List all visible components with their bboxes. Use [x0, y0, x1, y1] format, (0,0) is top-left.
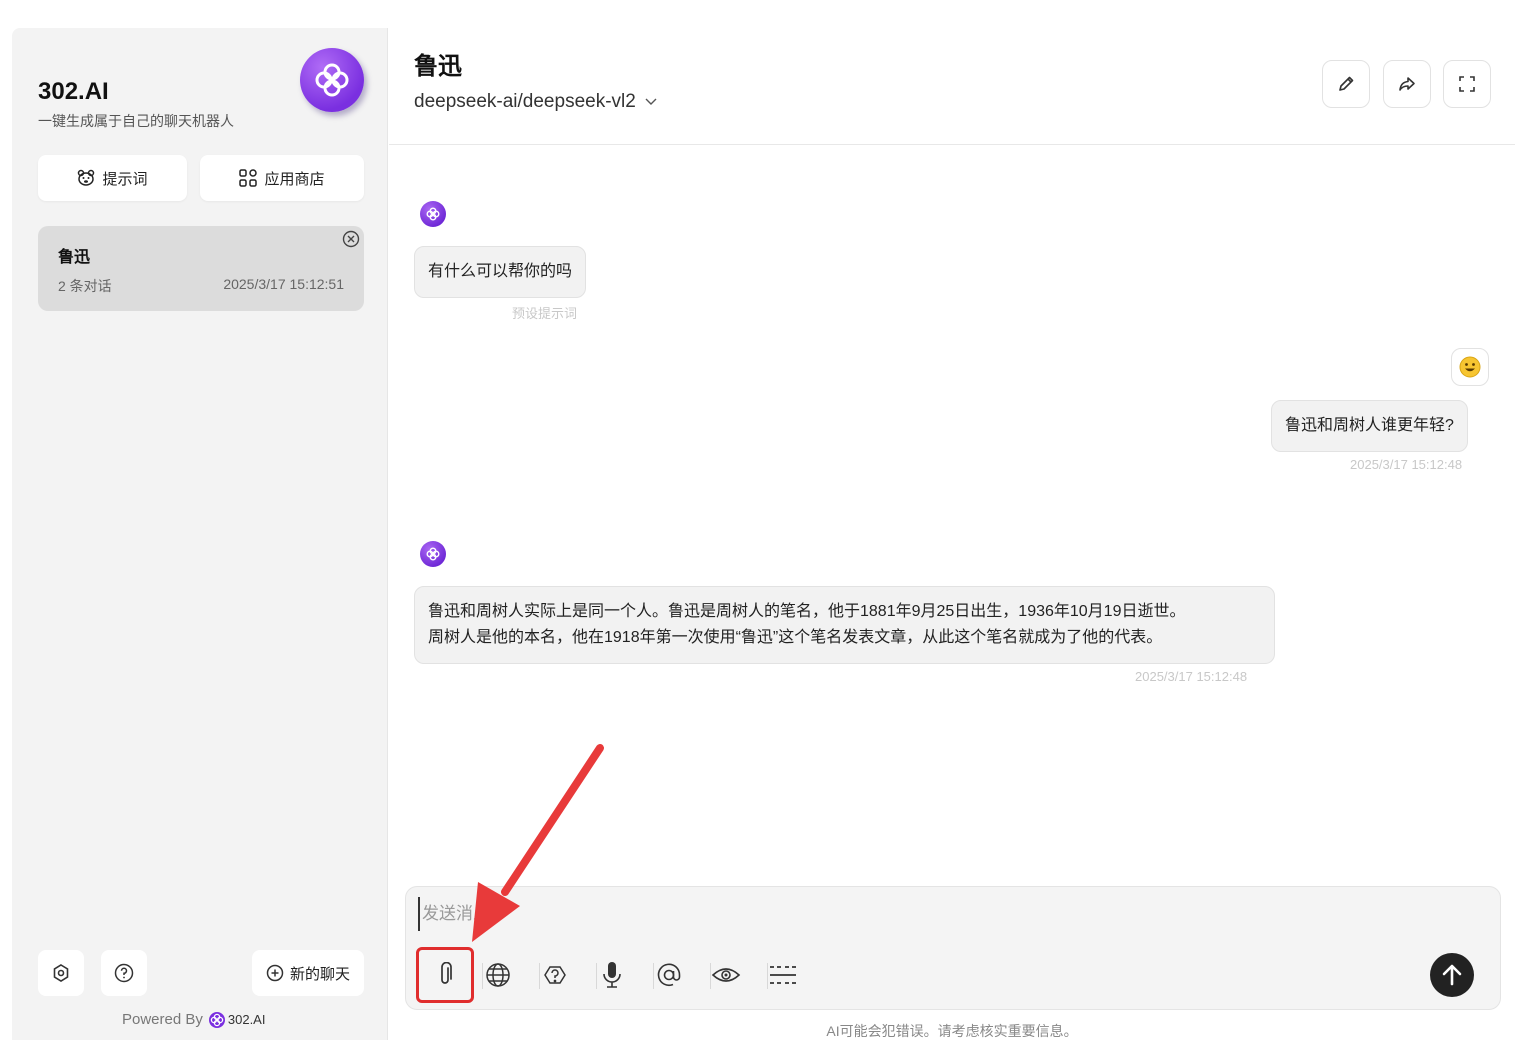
new-chat-label: 新的聊天 — [289, 965, 350, 983]
message-input[interactable] — [418, 897, 1418, 931]
send-button[interactable] — [1430, 953, 1474, 997]
dashed-lines-icon — [770, 966, 796, 984]
share-button[interactable] — [1383, 60, 1431, 108]
brand-mini-logo-icon — [208, 1011, 225, 1028]
plugin-button[interactable] — [535, 955, 575, 995]
fullscreen-icon — [1459, 76, 1475, 92]
fullscreen-button[interactable] — [1443, 60, 1491, 108]
sidebar: 302.AI 一键生成属于自己的聊天机器人 提示词 应用商店 鲁迅 2 条对话 … — [12, 28, 388, 1040]
clover-logo-icon — [315, 63, 349, 97]
pencil-icon — [1339, 76, 1354, 91]
message-line: 鲁迅和周树人实际上是同一个人。鲁迅是周树人的笔名，他于1881年9月25日出生，… — [428, 603, 1186, 620]
chevron-down-icon — [645, 98, 657, 105]
chat-title: 鲁迅 — [414, 53, 462, 80]
more-options-button[interactable] — [763, 955, 803, 995]
new-chat-button[interactable]: 新的聊天 — [252, 950, 364, 996]
attach-file-button[interactable] — [416, 947, 474, 1003]
user-avatar — [1451, 348, 1489, 386]
assistant-message: 鲁迅和周树人实际上是同一个人。鲁迅是周树人的笔名，他于1881年9月25日出生，… — [414, 586, 1275, 664]
powered-by: Powered By 302.AI — [122, 1011, 265, 1028]
plus-circle-icon — [266, 964, 284, 982]
chat-header: 鲁迅 deepseek-ai/deepseek-vl2 — [389, 28, 1515, 145]
brand-name: 302.AI — [38, 78, 109, 105]
assistant-avatar — [420, 541, 446, 567]
message-meta: 预设提示词 — [512, 306, 578, 321]
prompts-label: 提示词 — [102, 170, 148, 188]
message-time: 2025/3/17 15:12:48 — [1350, 457, 1463, 472]
at-sign-icon — [657, 963, 681, 987]
paperclip-icon — [441, 962, 452, 984]
edit-button[interactable] — [1322, 60, 1370, 108]
model-selector[interactable]: deepseek-ai/deepseek-vl2 — [414, 91, 658, 113]
message-text: 鲁迅和周树人谁更年轻? — [1285, 417, 1454, 434]
powered-brand-label: 302.AI — [227, 1012, 266, 1027]
assistant-logo-icon — [426, 207, 440, 221]
assistant-avatar — [420, 201, 446, 227]
preview-button[interactable] — [706, 955, 746, 995]
user-message: 鲁迅和周树人谁更年轻? — [1271, 400, 1468, 452]
disclaimer: AI可能会犯错误。请考虑核实重要信息。 — [826, 1023, 1078, 1039]
chat-main: 鲁迅 deepseek-ai/deepseek-vl2 有什么可以帮你的吗 预设… — [389, 28, 1515, 1040]
help-icon — [114, 963, 134, 983]
prompts-button[interactable]: 提示词 — [38, 155, 187, 201]
help-button[interactable] — [101, 950, 147, 996]
delete-chat-icon[interactable] — [342, 230, 360, 248]
settings-button[interactable] — [38, 950, 84, 996]
message-text: 有什么可以帮你的吗 — [428, 263, 573, 280]
powered-by-label: Powered By — [122, 1011, 203, 1028]
brain-icon — [544, 966, 566, 984]
chat-list-item[interactable]: 鲁迅 2 条对话 2025/3/17 15:12:51 — [38, 226, 364, 311]
brand-subtitle: 一键生成属于自己的聊天机器人 — [38, 113, 234, 129]
chat-item-title: 鲁迅 — [58, 249, 91, 266]
composer — [405, 886, 1501, 1010]
grid-icon — [239, 169, 258, 187]
powered-brand[interactable]: 302.AI — [208, 1011, 266, 1028]
web-search-button[interactable] — [478, 955, 518, 995]
eye-icon — [711, 968, 741, 982]
gear-icon — [53, 964, 69, 982]
arrow-up-icon — [1442, 964, 1462, 986]
bear-face-icon — [78, 169, 95, 186]
share-icon — [1399, 77, 1415, 91]
message-line: 周树人是他的本名，他在1918年第一次使用“鲁迅”这个笔名发表文章，从此这个笔名… — [428, 629, 1163, 646]
microphone-icon — [603, 962, 621, 988]
globe-icon — [486, 963, 510, 987]
chat-item-time: 2025/3/17 15:12:51 — [223, 276, 344, 292]
app-store-label: 应用商店 — [264, 170, 325, 188]
assistant-logo-icon — [426, 547, 440, 561]
app-store-button[interactable]: 应用商店 — [200, 155, 364, 201]
mention-button[interactable] — [649, 955, 689, 995]
brand-logo — [300, 48, 364, 112]
voice-input-button[interactable] — [592, 955, 632, 995]
model-name: deepseek-ai/deepseek-vl2 — [414, 91, 636, 112]
app-window: 302.AI 一键生成属于自己的聊天机器人 提示词 应用商店 鲁迅 2 条对话 … — [12, 28, 1515, 1040]
assistant-message: 有什么可以帮你的吗 — [414, 246, 587, 298]
message-time: 2025/3/17 15:12:48 — [1135, 669, 1248, 684]
smiley-emoji-icon — [1459, 356, 1481, 378]
chat-item-count: 2 条对话 — [58, 278, 112, 294]
